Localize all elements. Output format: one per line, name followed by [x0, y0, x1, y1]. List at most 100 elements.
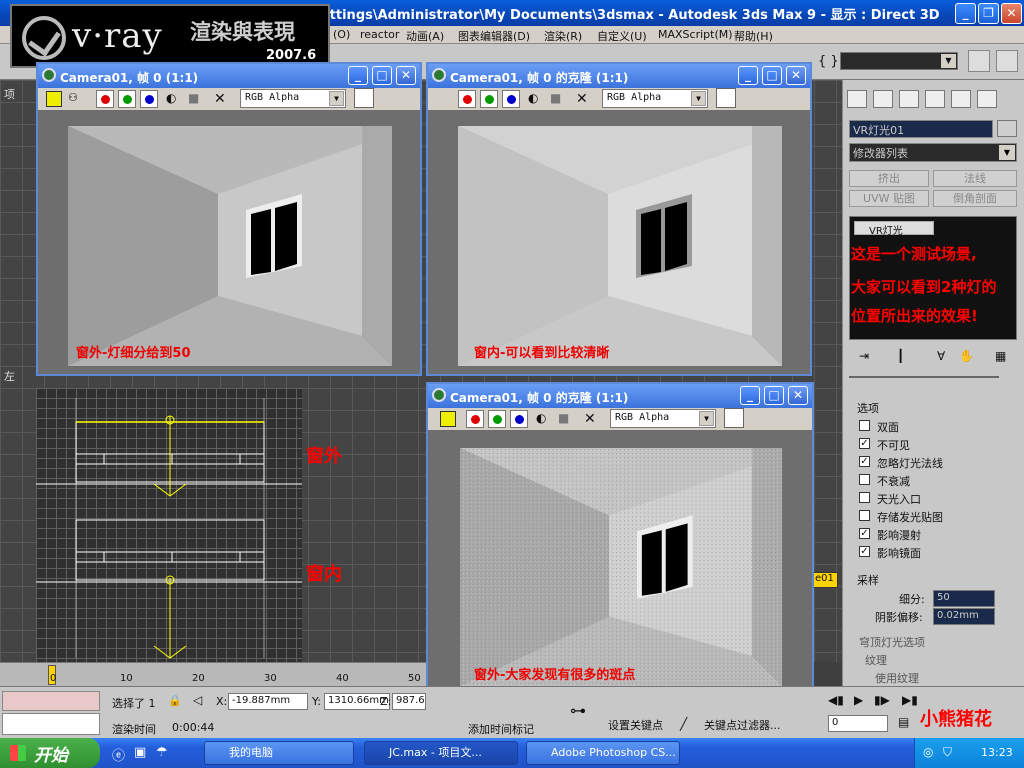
option-checkbox-4[interactable]	[859, 492, 870, 503]
render-window-2-close[interactable]: ✕	[786, 66, 806, 85]
remove-modifier-icon[interactable]: ✋	[959, 349, 974, 363]
clone-window-icon[interactable]: ⚇	[68, 91, 84, 107]
prev-frame-icon[interactable]: ◀▮	[828, 693, 844, 707]
red-channel-toggle[interactable]	[466, 410, 484, 428]
show-end-result-icon[interactable]: ┃	[897, 349, 904, 363]
clear-icon[interactable]: ✕	[584, 411, 600, 427]
next-frame-icon[interactable]: ▮▶	[874, 693, 890, 707]
modifier-list-dropdown[interactable]: 修改器列表 ▼	[849, 143, 1017, 162]
menu-item-help[interactable]: 帮助(H)	[734, 28, 773, 44]
hierarchy-tab-icon[interactable]	[899, 90, 919, 108]
current-frame-field[interactable]: 0	[828, 715, 888, 732]
subdiv-spinner[interactable]: 50	[933, 590, 995, 607]
tangent-icon[interactable]: ╱	[680, 717, 687, 731]
extrude-button[interactable]: 挤出	[849, 170, 929, 187]
channel-select[interactable]: RGB Alpha ▼	[610, 409, 716, 428]
green-channel-toggle[interactable]	[118, 90, 136, 108]
mono-toggle-icon[interactable]: ■	[558, 411, 574, 427]
render-window-3-maximize[interactable]: □	[764, 386, 784, 405]
tray-language-icon[interactable]: ◎	[923, 745, 933, 759]
object-name-field[interactable]: VR灯光01	[849, 120, 993, 138]
render-window-3-close[interactable]: ✕	[788, 386, 808, 405]
alpha-toggle-icon[interactable]: ◐	[528, 91, 544, 107]
red-channel-toggle[interactable]	[458, 90, 476, 108]
channel-select[interactable]: RGB Alpha ▼	[240, 89, 346, 108]
blue-channel-toggle[interactable]	[510, 410, 528, 428]
green-channel-toggle[interactable]	[480, 90, 498, 108]
option-checkbox-0[interactable]	[859, 420, 870, 431]
normal-button[interactable]: 法线	[933, 170, 1017, 187]
render-window-3-minimize[interactable]: _	[740, 386, 760, 405]
show-desktop-icon[interactable]: ▣	[134, 745, 146, 760]
menu-item-graph-editors[interactable]: 图表编辑器(D)	[458, 28, 530, 44]
render-window-3-titlebar[interactable]: Camera01, 帧 0 的克隆 (1:1) _ □ ✕	[428, 384, 812, 408]
option-checkbox-7[interactable]: ✓	[859, 546, 870, 557]
menu-item-maxscript[interactable]: MAXScript(M)	[658, 28, 733, 41]
green-channel-toggle[interactable]	[488, 410, 506, 428]
display-tab-icon[interactable]	[951, 90, 971, 108]
menu-item-reactor[interactable]: reactor	[360, 28, 399, 41]
object-color-swatch[interactable]	[997, 120, 1017, 137]
color-swatch[interactable]	[354, 88, 374, 108]
clear-icon[interactable]: ✕	[576, 91, 592, 107]
option-checkbox-5[interactable]	[859, 510, 870, 521]
save-image-icon[interactable]	[440, 411, 456, 427]
uvw-map-button[interactable]: UVW 贴图	[849, 190, 929, 207]
render-window-1-titlebar[interactable]: Camera01, 帧 0 (1:1) _ □ ✕	[38, 64, 420, 88]
option-checkbox-6[interactable]: ✓	[859, 528, 870, 539]
color-swatch[interactable]	[716, 88, 736, 108]
minimize-button[interactable]: _	[955, 3, 976, 24]
menu-item-animation[interactable]: 动画(A)	[406, 28, 444, 44]
motion-tab-icon[interactable]	[925, 90, 945, 108]
option-checkbox-2[interactable]: ✓	[859, 456, 870, 467]
option-checkbox-1[interactable]: ✓	[859, 438, 870, 449]
modify-tab-icon[interactable]	[873, 90, 893, 108]
mirror-icon[interactable]	[968, 50, 990, 72]
time-config-icon[interactable]: ▤	[898, 715, 909, 729]
make-unique-icon[interactable]: ∀	[937, 349, 945, 363]
maximize-button[interactable]: ❐	[978, 3, 999, 24]
maxscript-listener-white[interactable]	[2, 713, 100, 735]
start-button[interactable]: 开始	[0, 738, 100, 768]
blue-channel-toggle[interactable]	[502, 90, 520, 108]
named-selection-dropdown[interactable]: ▼	[840, 52, 958, 70]
key-filters-button[interactable]: 关键点过滤器...	[704, 717, 781, 733]
absolute-mode-icon[interactable]: ◁	[193, 693, 202, 707]
maxscript-listener-pink[interactable]	[2, 691, 100, 711]
stack-item-vrlight[interactable]: VR灯光	[854, 221, 934, 237]
mono-toggle-icon[interactable]: ■	[188, 91, 204, 107]
channel-select[interactable]: RGB Alpha ▼	[602, 89, 708, 108]
taskbar-item-my-computer[interactable]: 我的电脑	[204, 741, 354, 765]
clear-icon[interactable]: ✕	[214, 91, 230, 107]
alpha-toggle-icon[interactable]: ◐	[166, 91, 182, 107]
render-window-1-minimize[interactable]: _	[348, 66, 368, 85]
menu-item-rendering[interactable]: 渲染(R)	[544, 28, 582, 44]
lock-selection-icon[interactable]: 🔒	[168, 694, 182, 707]
x-coordinate-field[interactable]: -19.887mm	[228, 693, 308, 710]
alpha-toggle-icon[interactable]: ◐	[536, 411, 552, 427]
play-icon[interactable]: ▶	[854, 693, 863, 707]
configure-sets-icon[interactable]: ▦	[995, 349, 1006, 363]
menu-item-partial[interactable]: (O)	[333, 28, 350, 41]
close-button[interactable]: ✕	[1001, 3, 1022, 24]
create-tab-icon[interactable]	[847, 90, 867, 108]
menu-item-customize[interactable]: 自定义(U)	[597, 28, 647, 44]
align-icon[interactable]	[996, 50, 1018, 72]
add-time-tag-button[interactable]: 添加时间标记	[468, 721, 534, 737]
pin-stack-icon[interactable]: ⇥	[859, 349, 869, 363]
render-window-2-minimize[interactable]: _	[738, 66, 758, 85]
timeline[interactable]: 0 10 20 30 40 50	[0, 662, 426, 686]
tray-shield-icon[interactable]: ⛉	[943, 745, 952, 760]
bevel-profile-button[interactable]: 倒角剖面	[933, 190, 1017, 207]
ie-icon[interactable]: ⓔ	[112, 745, 125, 764]
shadow-bias-spinner[interactable]: 0.02mm	[933, 608, 995, 625]
color-swatch[interactable]	[724, 408, 744, 428]
render-window-1-close[interactable]: ✕	[396, 66, 416, 85]
red-channel-toggle[interactable]	[96, 90, 114, 108]
mono-toggle-icon[interactable]: ■	[550, 91, 566, 107]
blue-channel-toggle[interactable]	[140, 90, 158, 108]
save-image-icon[interactable]	[46, 91, 62, 107]
render-window-1-maximize[interactable]: □	[372, 66, 392, 85]
z-coordinate-field[interactable]: 987.633mm	[392, 693, 426, 710]
set-key-button[interactable]: 设置关键点	[608, 717, 663, 733]
